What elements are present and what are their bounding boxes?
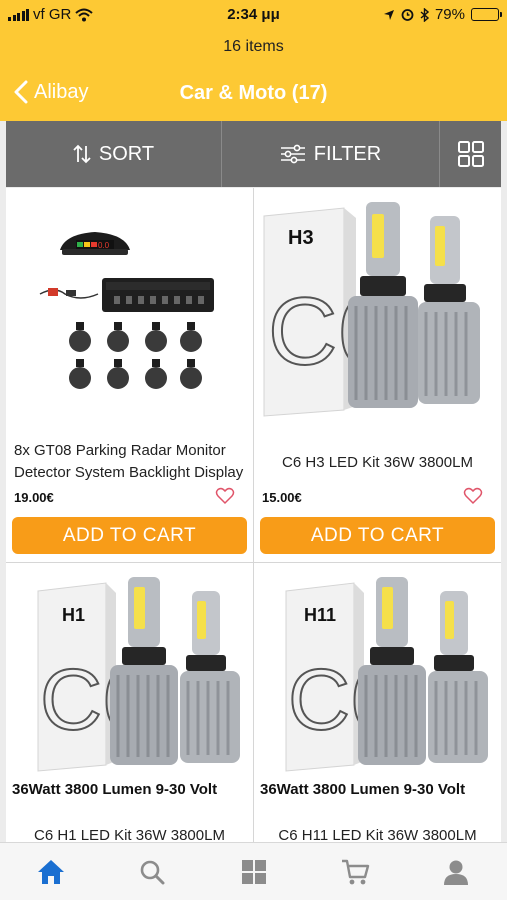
product-spec: 36Watt 3800 Lumen 9-30 Volt	[260, 781, 466, 798]
product-image-led-kit-h1: H1 C6	[37, 577, 240, 772]
tab-cart[interactable]	[304, 843, 405, 900]
product-price: 15.00€	[262, 490, 302, 505]
sort-filter-bar: SORT FILTER	[6, 121, 501, 187]
display-digits: 0.0	[98, 241, 110, 250]
product-spec: 36Watt 3800 Lumen 9-30 Volt	[12, 781, 218, 798]
items-count: 16 items	[223, 38, 284, 55]
product-name[interactable]: 8x GT08 Parking Radar Monitor Detector S…	[14, 440, 245, 484]
navigation-bar: Alibay Car & Moto (17)	[0, 76, 507, 114]
battery-percent: 79%	[434, 6, 465, 23]
filter-button[interactable]: FILTER	[222, 121, 440, 187]
product-grid: 0.0 8x GT08 Parking Radar Monitor Detect…	[6, 188, 501, 883]
box-label: H3	[288, 227, 314, 249]
filter-sliders-icon	[280, 144, 305, 164]
product-image-led-kit-h3: H3 C6	[263, 202, 480, 417]
sort-icon	[73, 144, 91, 164]
cart-icon	[341, 859, 370, 884]
home-icon	[37, 859, 64, 884]
grid-view-icon	[457, 141, 484, 167]
tab-categories[interactable]	[203, 843, 304, 900]
heart-icon[interactable]	[215, 486, 235, 506]
product-price: 19.00€	[14, 490, 54, 505]
product-card[interactable]: H1 C6 36Watt 3800 Lumen 9-30 Volt C6 H1 …	[6, 563, 253, 883]
add-to-cart-button[interactable]: ADD TO CART	[260, 517, 495, 554]
status-bar: vf GR 2:34 μμ 79%	[0, 0, 507, 30]
product-card[interactable]: 0.0 8x GT08 Parking Radar Monitor Detect…	[6, 188, 253, 562]
bottom-tab-bar	[0, 842, 507, 900]
box-label: H11	[304, 605, 336, 625]
tab-account[interactable]	[406, 843, 507, 900]
tab-home[interactable]	[0, 843, 101, 900]
box-label: H1	[62, 605, 85, 625]
grid-view-button[interactable]	[440, 121, 501, 187]
alarm-icon	[401, 9, 414, 21]
tab-search[interactable]	[101, 843, 202, 900]
categories-icon	[241, 859, 266, 884]
product-card[interactable]: H3 C6 C6 H3 LED Kit 36W 3800LM 15.00€ AD…	[254, 188, 501, 562]
battery-icon	[471, 8, 502, 21]
status-right: 79%	[383, 6, 502, 23]
account-icon	[444, 860, 469, 885]
app-header: vf GR 2:34 μμ 79% 16 items Alibay Car & …	[0, 0, 507, 121]
product-card[interactable]: H11 C6 36Watt 3800 Lumen 9-30 Volt C6 H1…	[254, 563, 501, 883]
sort-label: SORT	[98, 142, 155, 165]
heart-icon[interactable]	[463, 486, 483, 506]
search-icon	[140, 860, 165, 884]
location-arrow-icon	[383, 9, 394, 20]
sort-button[interactable]: SORT	[6, 121, 222, 187]
product-image-led-kit-h11: H11 C6	[285, 577, 488, 772]
bluetooth-icon	[420, 7, 429, 22]
add-to-cart-button[interactable]: ADD TO CART	[12, 517, 247, 554]
product-image-parking-radar: 0.0	[39, 232, 214, 389]
filter-label: FILTER	[313, 142, 382, 165]
page-title: Car & Moto (17)	[179, 82, 328, 104]
